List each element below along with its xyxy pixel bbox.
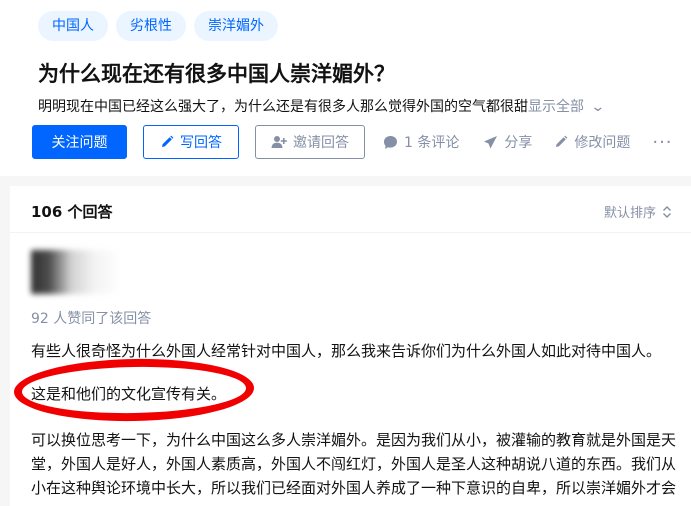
question-detail-text: 明明现在中国已经这么强大了，为什么还是有很多人那么觉得外国的空气都很甜 bbox=[38, 99, 528, 115]
answers-header: 106 个回答 默认排序 bbox=[10, 186, 691, 233]
topic-tag[interactable]: 中国人 bbox=[38, 11, 108, 41]
paper-plane-icon bbox=[484, 135, 498, 148]
edit-question-label: 修改问题 bbox=[574, 135, 631, 151]
follow-question-button[interactable]: 关注问题 bbox=[32, 125, 127, 159]
edit-question-button[interactable]: 修改问题 bbox=[554, 125, 630, 159]
sort-dropdown[interactable]: 默认排序 bbox=[604, 202, 672, 221]
red-annotation-circle bbox=[13, 356, 255, 424]
edit-pencil-icon bbox=[556, 135, 568, 147]
comments-count: 1 条评论 bbox=[404, 135, 460, 151]
share-button[interactable]: 分享 bbox=[483, 125, 532, 159]
question-detail: 明明现在中国已经这么强大了，为什么还是有很多人那么觉得外国的空气都很甜显示全部 ⌄ bbox=[38, 96, 678, 116]
question-header: 中国人 劣根性 崇洋媚外 为什么现在还有很多中国人崇洋媚外？ 明明现在中国已经这… bbox=[0, 0, 691, 176]
add-user-icon bbox=[271, 136, 287, 148]
invite-answer-label: 邀请回答 bbox=[293, 135, 349, 151]
answer-paragraph: 可以换位思考一下，为什么中国这么多人崇洋媚外。是因为我们从小，被灌输的教育就是外… bbox=[31, 431, 677, 497]
question-title: 为什么现在还有很多中国人崇洋媚外？ bbox=[38, 62, 395, 86]
answers-card: 106 个回答 默认排序 92 人赞同了该回答 有些人很奇怪为什么外国人经常针对… bbox=[10, 186, 691, 506]
comment-bubble-icon bbox=[384, 135, 397, 149]
chevron-down-icon[interactable]: ⌄ bbox=[590, 99, 605, 115]
pencil-icon bbox=[162, 135, 174, 147]
answer-count: 106 个回答 bbox=[31, 203, 113, 221]
answer-paragraph: 有些人很奇怪为什么外国人经常针对中国人，那么我来告诉你们为什么外国人如此对待中国… bbox=[31, 342, 662, 360]
upvote-count: 92 人赞同了该回答 bbox=[31, 311, 152, 327]
sort-updown-icon bbox=[663, 205, 672, 218]
share-label: 分享 bbox=[504, 135, 533, 151]
question-actions: 关注问题 写回答 邀请回答 1 条评论 分享 修改问题 ··· bbox=[32, 125, 673, 159]
write-answer-button[interactable]: 写回答 bbox=[143, 125, 239, 159]
topic-tag[interactable]: 崇洋媚外 bbox=[194, 11, 278, 41]
invite-answer-button[interactable]: 邀请回答 bbox=[255, 125, 365, 159]
comments-button[interactable]: 1 条评论 bbox=[383, 125, 459, 159]
author-avatar-blurred[interactable] bbox=[31, 250, 121, 294]
more-dots-icon[interactable]: ··· bbox=[652, 125, 672, 159]
show-all-link[interactable]: 显示全部 bbox=[528, 99, 584, 115]
topic-tags: 中国人 劣根性 崇洋媚外 bbox=[38, 11, 278, 41]
write-answer-label: 写回答 bbox=[180, 135, 222, 151]
topic-tag[interactable]: 劣根性 bbox=[116, 11, 186, 41]
sort-label: 默认排序 bbox=[604, 206, 657, 221]
